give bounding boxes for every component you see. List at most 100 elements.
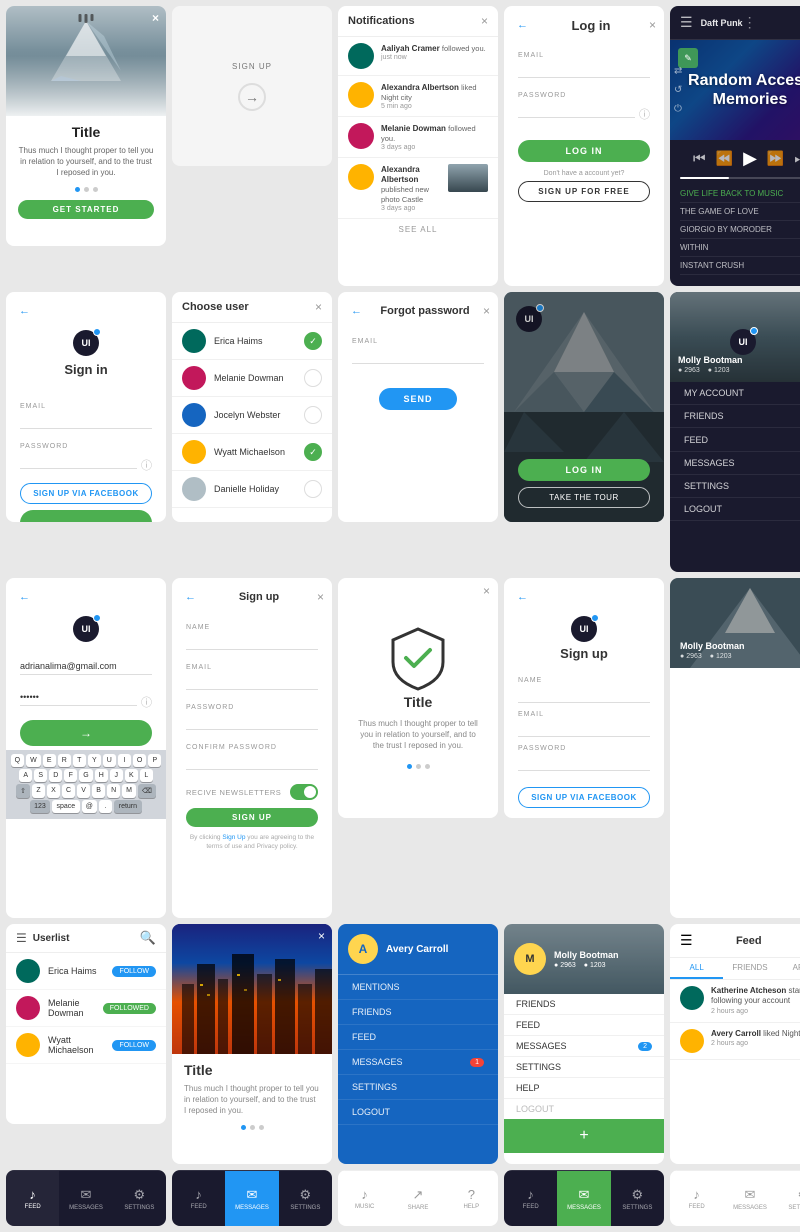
key-return[interactable]: return [114, 800, 142, 813]
play-icon[interactable]: ▶ [743, 148, 757, 169]
signup-button[interactable]: SIGN UP [186, 808, 318, 827]
key-e[interactable]: E [43, 754, 56, 767]
key-n[interactable]: N [107, 784, 120, 798]
profile-light-friends[interactable]: FRIENDS [504, 994, 664, 1015]
profile-plus-button[interactable]: + [504, 1119, 664, 1153]
next-icon[interactable]: ⏭ [794, 150, 800, 167]
email-input[interactable] [518, 61, 650, 78]
bottom-nav-settings[interactable]: ⚙ SETTINGS [611, 1171, 664, 1226]
nav-item-messages[interactable]: MESSAGES 2 [670, 452, 800, 475]
key-space[interactable]: space [52, 800, 80, 813]
key-dot[interactable]: . [99, 800, 112, 813]
track-item-2[interactable]: THE GAME OF LOVE [680, 203, 800, 221]
check-2[interactable] [304, 369, 322, 387]
bottom-nav-messages[interactable]: ✉ MESSAGES [59, 1171, 112, 1226]
bottom-nav-light-messages[interactable]: ✉ MESSAGES [723, 1171, 776, 1226]
rewind-icon[interactable]: ⏪ [716, 150, 733, 167]
avery-item-mentions[interactable]: MENTIONS [338, 975, 498, 1000]
profile-nav-feed[interactable]: FEED ▾ [670, 714, 800, 738]
check-1[interactable]: ✓ [304, 332, 322, 350]
check-5[interactable] [304, 480, 322, 498]
key-y[interactable]: Y [88, 754, 101, 767]
key-f[interactable]: F [64, 769, 77, 782]
search-icon[interactable]: 🔍 [140, 930, 156, 946]
bottom-nav-settings[interactable]: ⚙ SETTINGS [279, 1171, 332, 1226]
key-d[interactable]: D [49, 769, 62, 782]
signin-email-input[interactable] [20, 412, 152, 429]
profile-light-logout[interactable]: LOGOUT [504, 1099, 664, 1119]
menu-icon[interactable]: ☰ [680, 932, 693, 949]
key-v[interactable]: V [77, 784, 90, 798]
bottom-nav-light-help[interactable]: ? HELP [445, 1171, 498, 1226]
profile-nav-photo[interactable]: PHOTO [670, 738, 800, 761]
avery-item-logout[interactable]: LOGOUT [338, 1100, 498, 1125]
newsletter-toggle[interactable] [290, 784, 318, 800]
key-k[interactable]: K [125, 769, 138, 782]
repeat-icon[interactable]: ↺ [674, 85, 682, 96]
key-t[interactable]: T [73, 754, 86, 767]
back-arrow-icon[interactable]: ← [14, 586, 35, 608]
nav-item-my-account[interactable]: MY ACCOUNT [670, 382, 800, 405]
close-icon[interactable]: × [317, 590, 324, 604]
close-icon[interactable]: × [318, 929, 325, 943]
nav-item-settings[interactable]: SETTINGS [670, 475, 800, 498]
password-input[interactable] [186, 713, 318, 730]
tour-button[interactable]: TAKE THE TOUR [518, 487, 650, 508]
arrow-circle[interactable]: → [238, 83, 266, 111]
check-3[interactable] [304, 406, 322, 424]
profile-light-settings[interactable]: SETTINGS [504, 1057, 664, 1078]
signup2-name-input[interactable] [518, 686, 650, 703]
bottom-nav-light-feed[interactable]: ♪ FEED [670, 1171, 723, 1226]
name-input[interactable] [186, 633, 318, 650]
bottom-nav-settings[interactable]: ⚙ SETTINGS [113, 1171, 166, 1226]
profile-nav-friends[interactable]: FRIENDS [670, 691, 800, 714]
key-z[interactable]: Z [32, 784, 45, 798]
bottom-nav-feed[interactable]: ♪ FEED [6, 1171, 59, 1226]
back-arrow-icon[interactable]: ← [512, 14, 533, 36]
follow-btn-2[interactable]: FOLLOWED [103, 1003, 156, 1014]
password-input[interactable] [20, 689, 137, 706]
nav-item-friends[interactable]: FRIENDS [670, 405, 800, 428]
profile-light-help[interactable]: HELP [504, 1078, 664, 1099]
avery-item-settings[interactable]: SETTINGS [338, 1075, 498, 1100]
key-c[interactable]: C [62, 784, 75, 798]
fast-forward-icon[interactable]: ⏩ [767, 150, 784, 167]
avery-item-messages[interactable]: MESSAGES 1 [338, 1050, 498, 1075]
menu-icon[interactable]: ☰ [680, 14, 693, 31]
key-w[interactable]: W [26, 754, 41, 767]
close-icon[interactable]: × [152, 11, 159, 25]
key-u[interactable]: U [103, 754, 116, 767]
user-option-1[interactable]: Erica Haims ✓ [172, 323, 332, 360]
key-b[interactable]: B [92, 784, 105, 798]
profile-nav-text[interactable]: TEXT [670, 784, 800, 807]
avery-item-feed[interactable]: FEED [338, 1025, 498, 1050]
bottom-nav-messages[interactable]: ✉ MESSAGES [225, 1171, 278, 1226]
send-button[interactable]: SEND [379, 388, 456, 410]
close-icon[interactable]: × [481, 14, 488, 28]
track-item-1[interactable]: GIVE LIFE BACK TO MUSIC [680, 185, 800, 203]
signin-arrow-button[interactable]: → [20, 720, 152, 746]
follow-btn-3[interactable]: FOLLOW [112, 1040, 156, 1051]
user-option-3[interactable]: Jocelyn Webster [172, 397, 332, 434]
avery-item-friends[interactable]: FRIENDS [338, 1000, 498, 1025]
follow-btn-1[interactable]: FOLLOW [112, 966, 156, 977]
track-item-4[interactable]: WITHIN [680, 239, 800, 257]
user-option-2[interactable]: Melanie Dowman [172, 360, 332, 397]
close-icon[interactable]: × [483, 584, 490, 598]
profile-nav-video[interactable]: VIDEO [670, 761, 800, 784]
key-a[interactable]: A [19, 769, 32, 782]
key-o[interactable]: O [133, 754, 146, 767]
prev-icon[interactable]: ⏮ [693, 150, 706, 167]
email-input[interactable] [186, 673, 318, 690]
login-button[interactable]: LOG IN [518, 140, 650, 162]
bottom-nav-light-music[interactable]: ♪ MUSIC [338, 1171, 391, 1226]
key-p[interactable]: P [148, 754, 161, 767]
forgot-email-input[interactable] [352, 347, 484, 364]
key-i[interactable]: I [118, 754, 131, 767]
key-m[interactable]: M [122, 784, 136, 798]
get-started-button[interactable]: GET STARTED [18, 200, 154, 219]
key-q[interactable]: Q [11, 754, 24, 767]
check-4[interactable]: ✓ [304, 443, 322, 461]
signin-password-input[interactable] [20, 452, 137, 469]
close-icon[interactable]: × [649, 18, 656, 32]
